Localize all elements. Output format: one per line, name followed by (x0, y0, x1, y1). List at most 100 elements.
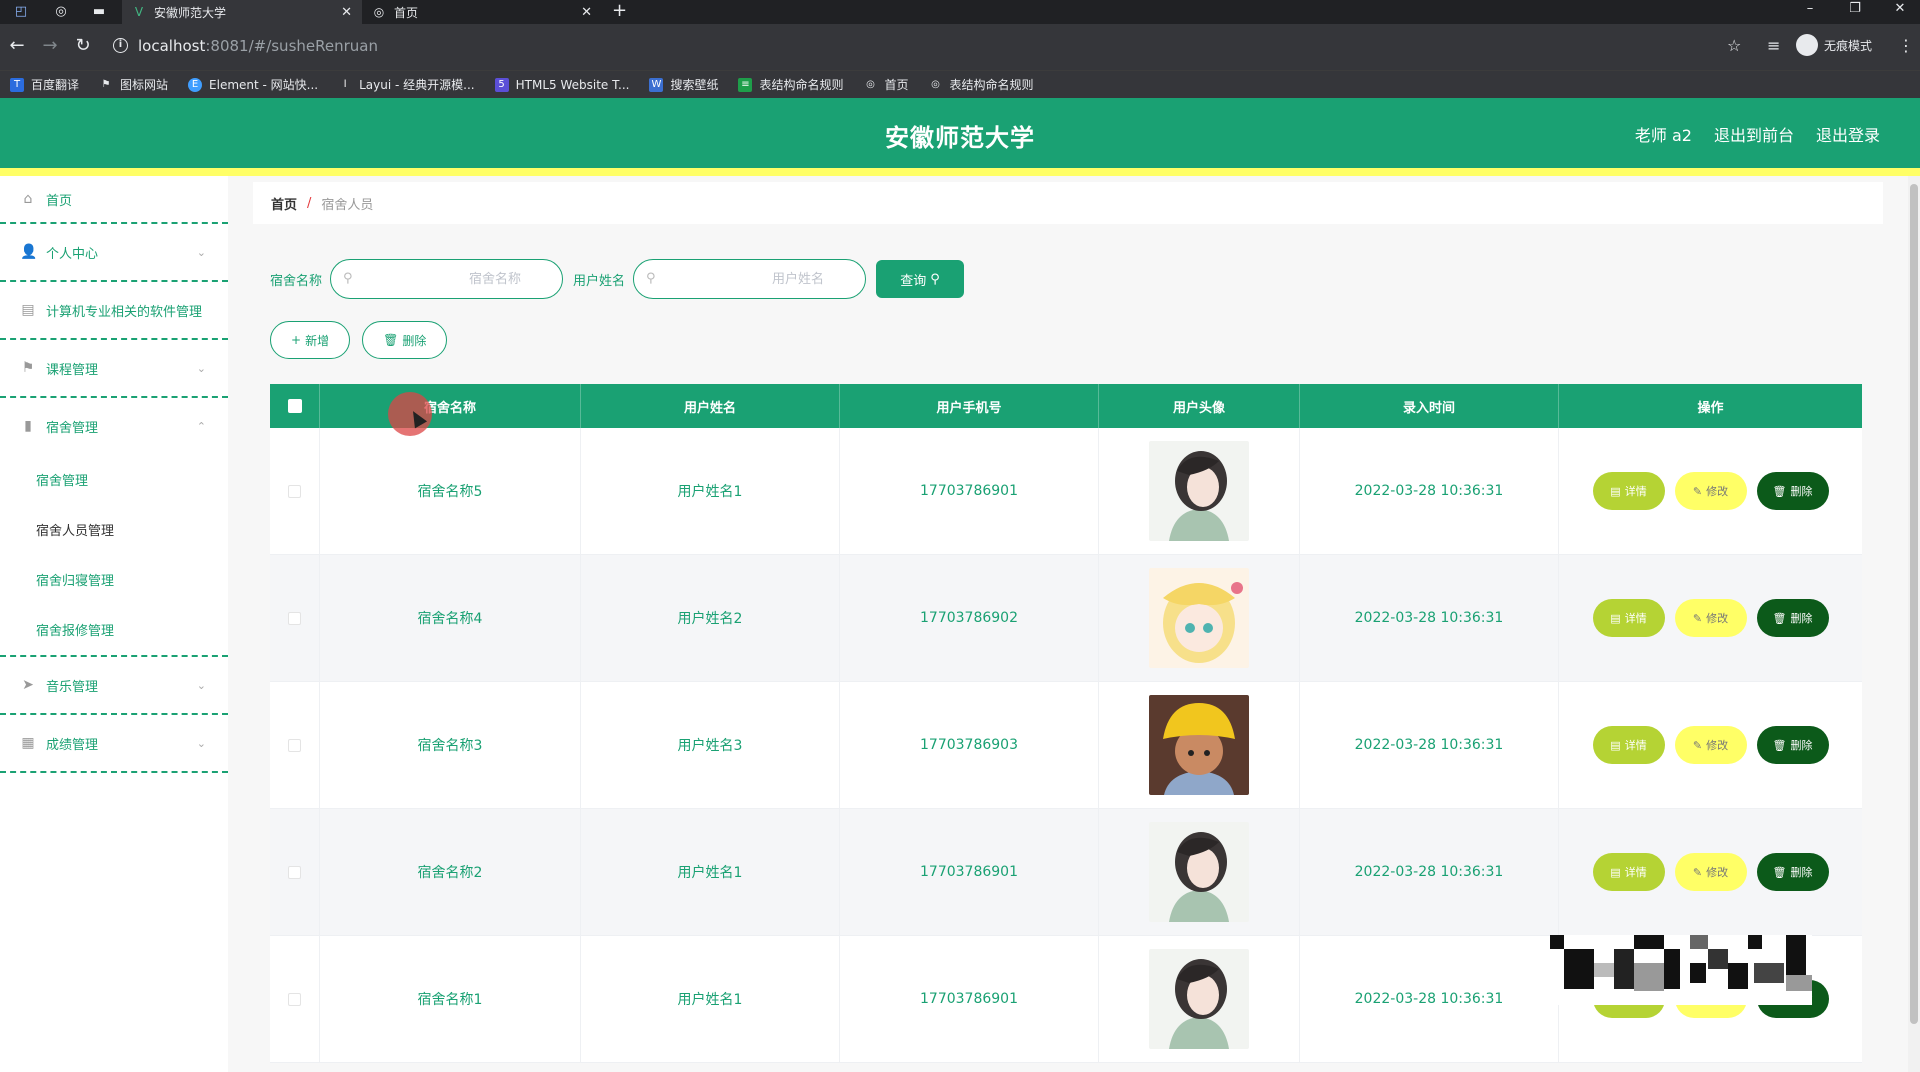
reading-list-icon[interactable]: ≡ (1767, 36, 1780, 55)
sidebar-item-software[interactable]: ▤ 计算机专业相关的软件管理 (0, 282, 228, 338)
edit-button[interactable]: ✎修改 (1674, 472, 1747, 510)
sidebar-item-label: 个人中心 (46, 246, 99, 262)
bookmark-item[interactable]: ≡ 表结构命名规则 (738, 76, 843, 93)
new-tab-button[interactable]: + (612, 0, 627, 24)
close-icon[interactable]: ✕ (341, 5, 352, 20)
avatar[interactable] (1149, 949, 1249, 1049)
column-header[interactable]: 用户手机号 (840, 384, 1099, 428)
query-button[interactable]: 查询 ⚲ (876, 260, 965, 298)
flag-icon: ⚑ (101, 78, 111, 90)
avatar[interactable] (1149, 441, 1249, 541)
sidebar-item-dorm[interactable]: ▮ 宿舍管理 ⌃ (0, 398, 228, 454)
time-cell: 2022-03-28 10:36:31 (1300, 682, 1559, 808)
avatar[interactable] (1149, 822, 1249, 922)
edit-icon: ✎ (1692, 484, 1703, 498)
select-all-checkbox[interactable] (287, 399, 302, 413)
sidebar-subitem-dorm-people[interactable]: 宿舍人员管理 (36, 520, 114, 539)
close-icon[interactable]: ✕ (581, 5, 592, 20)
back-to-front-link[interactable]: 退出到前台 (1714, 122, 1794, 146)
search-form: 宿舍名称 ⚲ 用户姓名 ⚲ 查询 ⚲ (270, 259, 965, 299)
edit-button[interactable]: ✎修改 (1674, 599, 1747, 637)
bookmark-item[interactable]: ◎ 首页 (863, 76, 908, 93)
tab-search-icon[interactable]: ◰ (12, 3, 30, 21)
reload-icon[interactable]: ↻ (72, 36, 94, 56)
sidebar-subitem-dorm-repair[interactable]: 宿舍报修管理 (36, 620, 114, 639)
detail-button[interactable]: ▤详情 (1592, 472, 1665, 510)
trash-icon: 🗑 (1772, 611, 1787, 625)
row-checkbox[interactable] (288, 738, 301, 752)
page-scrollbar[interactable] (1908, 176, 1920, 1072)
add-button[interactable]: + 新增 (270, 321, 351, 359)
breadcrumb-home[interactable]: 首页 (271, 194, 297, 213)
row-checkbox[interactable] (288, 992, 301, 1006)
minimize-button[interactable]: – (1795, 0, 1825, 24)
column-header[interactable]: 用户姓名 (581, 384, 840, 428)
send-icon: ➤ (22, 677, 34, 693)
sidebar-item-music[interactable]: ➤ 音乐管理 ⌄ (0, 657, 228, 713)
row-checkbox[interactable] (288, 611, 301, 625)
chevron-down-icon: ⌄ (196, 245, 206, 259)
globe-icon: ◎ (373, 5, 385, 19)
globe-icon[interactable]: ◎ (52, 3, 70, 21)
back-icon[interactable]: ← (6, 36, 28, 56)
edit-button[interactable]: ✎修改 (1674, 726, 1747, 764)
sidebar-subitem-dorm-return[interactable]: 宿舍归寝管理 (36, 570, 114, 589)
browser-tab[interactable]: ◎ 首页 ✕ (362, 0, 602, 24)
sidebar-item-grades[interactable]: ▦ 成绩管理 ⌄ (0, 715, 228, 771)
sidebar-item-personal-center[interactable]: 👤 个人中心 ⌄ (0, 224, 228, 280)
forward-icon[interactable]: → (39, 36, 61, 56)
avatar[interactable] (1149, 695, 1249, 795)
delete-button[interactable]: 🗑删除 (1756, 472, 1829, 510)
batch-delete-button[interactable]: 🗑 删除 (362, 321, 448, 359)
dorm-name-input[interactable] (361, 260, 552, 298)
sidebar-item-course[interactable]: ⚑ 课程管理 ⌄ (0, 340, 228, 396)
detail-button[interactable]: ▤详情 (1592, 599, 1665, 637)
select-all-cell (270, 384, 320, 428)
browser-tab-active[interactable]: V 安徽师范大学 ✕ (122, 0, 362, 24)
edit-button[interactable]: ✎修改 (1674, 853, 1747, 891)
window-icon[interactable]: ▬ (90, 3, 108, 21)
user-name-cell: 用户姓名1 (581, 936, 840, 1062)
column-header[interactable]: 录入时间 (1300, 384, 1559, 428)
user-name-input[interactable] (664, 260, 855, 298)
star-icon[interactable]: ☆ (1727, 36, 1741, 55)
table-row: 宿舍名称3 用户姓名3 17703786903 2022-03-28 10:36… (270, 682, 1862, 809)
ops-cell: ▤详情 ✎修改 🗑删除 (1559, 555, 1862, 681)
restore-button[interactable]: ❐ (1840, 0, 1870, 24)
scrollbar-thumb[interactable] (1910, 184, 1918, 1024)
incognito-indicator[interactable]: 无痕模式 (1796, 34, 1872, 56)
sidebar-item-label: 计算机专业相关的软件管理 (46, 304, 203, 320)
row-checkbox[interactable] (288, 484, 301, 498)
bookmark-item[interactable]: 5 HTML5 Website T... (494, 77, 629, 92)
bookmark-item[interactable]: T 百度翻译 (10, 76, 79, 93)
bar-chart-icon: ▮ (24, 418, 32, 434)
info-icon[interactable]: i (113, 38, 128, 53)
row-checkbox[interactable] (288, 865, 301, 879)
detail-button[interactable]: ▤详情 (1592, 853, 1665, 891)
bookmark-item[interactable]: E Element - 网站快... (188, 76, 318, 93)
delete-button[interactable]: 🗑删除 (1756, 726, 1829, 764)
bookmark-item[interactable]: l Layui - 经典开源模... (338, 76, 475, 93)
menu-dots-icon[interactable]: ⋮ (1898, 36, 1914, 55)
sidebar-item-home[interactable]: ⌂ 首页 (0, 176, 228, 222)
query-button-label: 查询 (900, 273, 927, 289)
element-icon: E (188, 77, 203, 92)
avatar[interactable] (1149, 568, 1249, 668)
column-header[interactable]: 宿舍名称 (320, 384, 581, 428)
bookmark-item[interactable]: W 搜索壁纸 (649, 76, 718, 93)
address-bar: ← → ↻ i localhost:8081/#/susheRenruan ☆ … (0, 24, 1920, 70)
url-field[interactable]: localhost:8081/#/susheRenruan (138, 37, 378, 55)
chevron-up-icon: ⌃ (196, 419, 206, 433)
delete-button[interactable]: 🗑删除 (1756, 853, 1829, 891)
sidebar-subitem-dorm-manage[interactable]: 宿舍管理 (36, 470, 88, 489)
user-icon: 👤 (20, 244, 38, 260)
bookmark-item[interactable]: ⚑ 图标网站 (99, 76, 169, 93)
logout-link[interactable]: 退出登录 (1816, 122, 1880, 146)
detail-button[interactable]: ▤详情 (1592, 726, 1665, 764)
bookmark-item[interactable]: ◎ 表结构命名规则 (929, 76, 1033, 93)
window-close-button[interactable]: ✕ (1885, 0, 1915, 24)
search-icon: ⚲ (930, 271, 940, 287)
delete-button[interactable]: 🗑删除 (1756, 599, 1829, 637)
action-buttons: + 新增 🗑 删除 (270, 321, 448, 359)
breadcrumb: 首页 / 宿舍人员 (253, 182, 1883, 224)
